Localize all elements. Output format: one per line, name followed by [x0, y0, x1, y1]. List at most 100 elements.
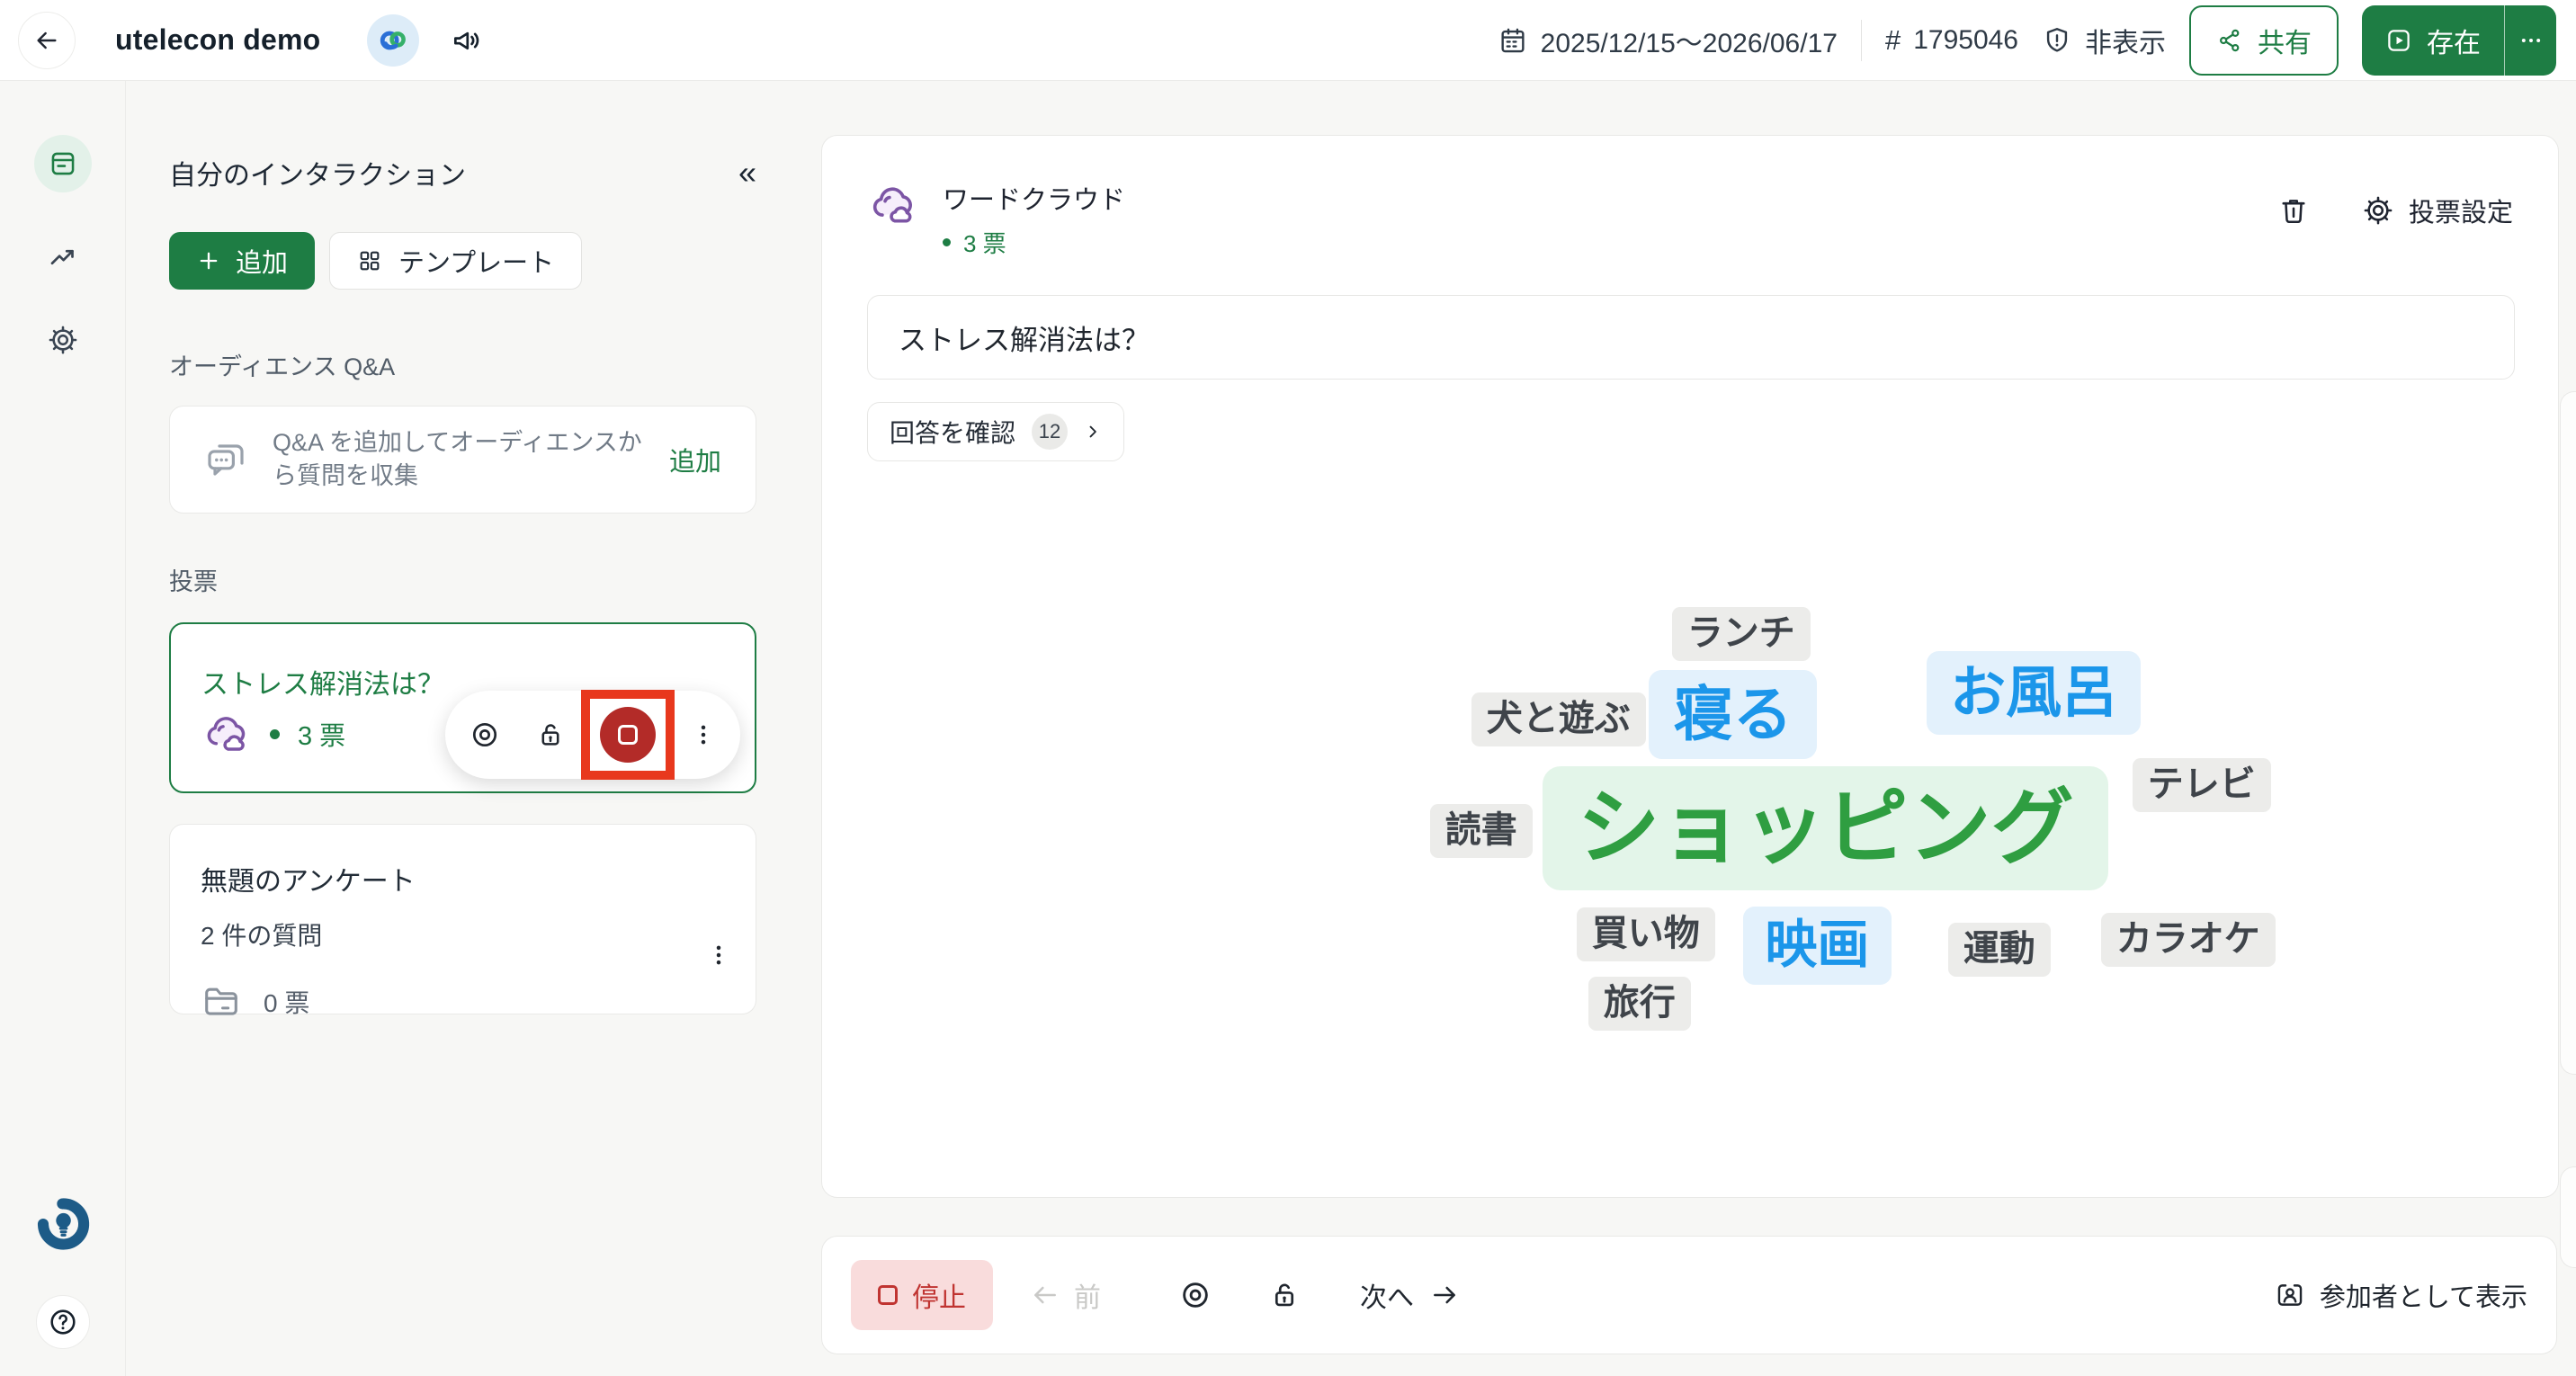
survey-card[interactable]: 無題のアンケート 2 件の質問 0 票	[169, 824, 756, 1014]
view-as-participant-label: 参加者として表示	[2320, 1276, 2527, 1314]
help-button[interactable]	[36, 1295, 90, 1349]
word-cloud-word: ランチ	[1672, 607, 1811, 661]
word-cloud-word: 犬と遊ぶ	[1471, 692, 1646, 746]
poll-editor-header: ワードクラウド 3 票 投票設定	[867, 179, 2513, 259]
responses-count-badge: 12	[1032, 414, 1068, 450]
chevron-right-icon	[1084, 423, 1102, 441]
rail-settings-button[interactable]	[47, 324, 79, 359]
trend-up-icon	[47, 241, 79, 273]
previous-label: 前	[1074, 1275, 1101, 1315]
arrow-left-icon	[1031, 1281, 1060, 1309]
presentation-bottom-bar: 停止 前 次へ	[821, 1236, 2557, 1354]
wordcloud-type-icon-large	[867, 179, 919, 231]
main-content: ワードクラウド 3 票 投票設定	[821, 81, 2560, 1376]
rail-analytics-button[interactable]	[47, 241, 79, 276]
word-cloud-word: テレビ	[2133, 758, 2271, 812]
next-card-peek	[2560, 391, 2576, 1075]
panel-title: 自分のインタラクション	[169, 153, 466, 192]
top-bar-right: 2025/12/15〜2026/06/17 # 1795046 非表示 共有 存…	[1498, 5, 2556, 76]
poll-votes: 3 票	[963, 226, 1006, 259]
active-poll-votes: 3 票	[298, 715, 345, 753]
active-poll-card[interactable]: ストレス解消法は？ 3 票	[169, 622, 756, 793]
back-arrow-icon	[32, 26, 61, 55]
poll-type-block: ワードクラウド 3 票	[943, 179, 1125, 259]
live-dot	[943, 238, 951, 246]
lock-toggle-button[interactable]	[1268, 1279, 1301, 1311]
poll-editor-card: ワードクラウド 3 票 投票設定	[821, 135, 2559, 1198]
privacy-group[interactable]: 非表示	[2042, 21, 2166, 60]
templates-grid-icon	[357, 248, 382, 273]
next-button[interactable]: 次へ	[1360, 1275, 1459, 1315]
poll-card-icon	[48, 148, 78, 179]
question-input[interactable]: ストレス解消法は？	[867, 295, 2515, 380]
word-cloud-word: ショッピング	[1543, 766, 2108, 890]
shield-alert-icon	[2042, 25, 2072, 56]
word-cloud-word: 映画	[1743, 907, 1892, 985]
delete-poll-button[interactable]	[2277, 194, 2310, 227]
back-button[interactable]	[18, 12, 76, 69]
share-button[interactable]: 共有	[2189, 5, 2339, 76]
left-rail	[0, 81, 126, 1376]
event-code-group: # 1795046	[1885, 24, 2018, 57]
survey-votes: 0 票	[264, 984, 309, 1020]
word-cloud-word: カラオケ	[2101, 913, 2276, 967]
participant-view-icon	[2275, 1280, 2305, 1310]
poll-controls-pill	[445, 691, 740, 779]
present-button-group: 存在	[2362, 5, 2556, 76]
poll-kebab-button[interactable]	[690, 719, 717, 750]
word-cloud-word: お風呂	[1927, 651, 2141, 735]
arrow-right-icon	[1430, 1281, 1459, 1309]
present-button[interactable]: 存在	[2362, 5, 2504, 76]
top-bar: utelecon demo 2025/12/15〜2026/06/17 # 17…	[0, 0, 2576, 81]
word-cloud-word: 運動	[1948, 923, 2051, 977]
poll-editor-actions: 投票設定	[2277, 192, 2513, 229]
view-as-participant-button[interactable]: 参加者として表示	[2275, 1276, 2527, 1314]
divider	[1861, 20, 1862, 61]
collapse-panel-button[interactable]: «	[738, 156, 756, 189]
poll-stop-wrap	[600, 707, 656, 763]
qa-add-link[interactable]: 追加	[669, 441, 721, 478]
poll-stop-button[interactable]	[600, 707, 656, 763]
add-label: 追加	[236, 242, 288, 280]
date-range-group: 2025/12/15〜2026/06/17	[1498, 21, 1838, 60]
qa-section-label: オーディエンス Q&A	[169, 347, 756, 382]
previous-button: 前	[1031, 1275, 1101, 1315]
slido-logo	[33, 1194, 93, 1254]
present-label: 存在	[2427, 21, 2481, 60]
active-poll-meta: 3 票	[201, 709, 345, 759]
word-cloud-word: 買い物	[1577, 907, 1715, 961]
announcement-icon[interactable]	[450, 23, 484, 58]
add-interaction-button[interactable]: 追加	[169, 232, 315, 290]
present-more-button[interactable]	[2504, 5, 2556, 76]
ellipsis-icon	[2518, 28, 2544, 53]
share-icon	[2216, 27, 2243, 54]
hash-icon: #	[1885, 24, 1901, 57]
templates-button[interactable]: テンプレート	[329, 232, 582, 290]
display-toggle-button[interactable]	[1178, 1278, 1212, 1312]
review-responses-label: 回答を確認	[890, 414, 1015, 450]
next-label: 次へ	[1360, 1275, 1414, 1315]
share-label: 共有	[2258, 21, 2312, 60]
panel-header: 自分のインタラクション «	[169, 153, 756, 192]
survey-kebab-button[interactable]	[705, 940, 732, 970]
word-cloud-word: 旅行	[1588, 977, 1691, 1031]
privacy-label: 非表示	[2085, 21, 2166, 60]
poll-settings-label: 投票設定	[2409, 192, 2513, 229]
stop-poll-button[interactable]: 停止	[851, 1260, 993, 1330]
stop-square-icon	[878, 1285, 898, 1305]
qa-promo-card[interactable]: Q&A を追加してオーディエンスから質問を収集 追加	[169, 406, 756, 514]
qa-promo-text: Q&A を追加してオーディエンスから質問を収集	[273, 426, 644, 493]
live-dot	[270, 729, 280, 739]
poll-lock-button[interactable]	[535, 719, 566, 750]
body: 自分のインタラクション « 追加 テンプレート オーディエンス Q&A	[0, 81, 2576, 1376]
poll-settings-button[interactable]: 投票設定	[2362, 192, 2513, 229]
poll-display-button[interactable]	[469, 719, 501, 751]
event-title: utelecon demo	[115, 23, 320, 57]
survey-subtitle: 2 件の質問	[201, 916, 725, 952]
qa-chat-icon	[204, 438, 247, 481]
event-code: 1795046	[1913, 25, 2018, 56]
rail-interactions-button[interactable]	[34, 135, 92, 192]
review-responses-button[interactable]: 回答を確認 12	[867, 402, 1124, 461]
folder-icon	[201, 981, 242, 1023]
poll-votes-meta: 3 票	[943, 226, 1125, 259]
